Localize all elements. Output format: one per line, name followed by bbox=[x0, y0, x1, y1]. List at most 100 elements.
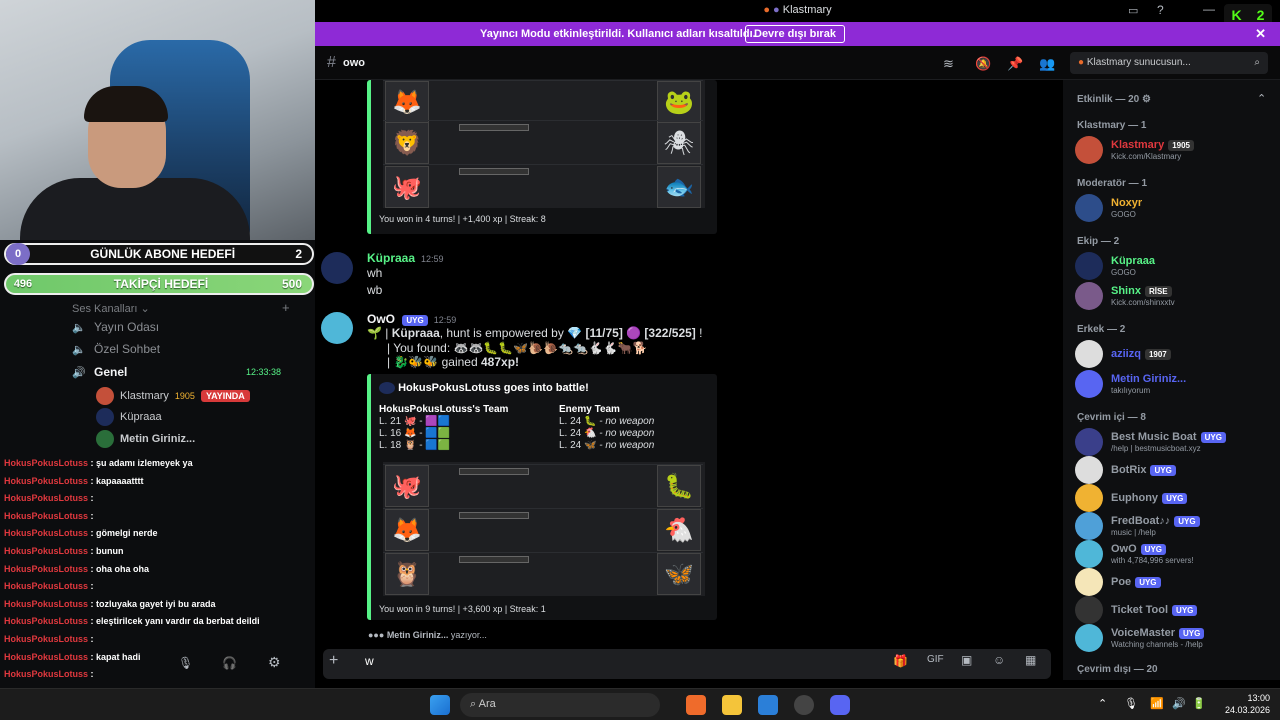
mail-icon[interactable] bbox=[758, 695, 778, 715]
stream-chat-line: HokusPokusLotuss : bbox=[4, 581, 94, 592]
member-item[interactable]: Euphony UYG bbox=[1075, 484, 1188, 512]
pet-frog-icon: 🐸 bbox=[657, 81, 701, 123]
apps-icon[interactable]: ▦ bbox=[1025, 653, 1036, 667]
goal-label: TAKİPÇİ HEDEFİ bbox=[113, 277, 209, 291]
member-item[interactable]: BotRix UYG bbox=[1075, 456, 1176, 484]
message-text: | 🐉🐝🐝 gained 487xp! bbox=[387, 355, 520, 369]
chat-username: HokusPokusLotuss bbox=[4, 493, 89, 504]
chat-username: HokusPokusLotuss bbox=[4, 546, 89, 556]
team-row: L. 21 🐙 - 🟪🟦 bbox=[379, 416, 451, 427]
stream-chat-line: HokusPokusLotuss : kapaaaatttt bbox=[4, 475, 144, 486]
goal-current: 496 bbox=[13, 278, 33, 290]
headphones-icon[interactable]: 🎧 bbox=[222, 656, 237, 670]
help-icon[interactable]: ? bbox=[1157, 3, 1164, 17]
battle-title: HokusPokusLotuss goes into battle! bbox=[379, 382, 589, 395]
voice-channels-header[interactable]: Ses Kanalları ⌄ bbox=[72, 302, 150, 315]
minimize-icon[interactable]: — bbox=[1203, 2, 1215, 16]
disable-streamer-mode-button[interactable]: Devre dışı bırak bbox=[745, 25, 845, 43]
battle-image: 🐙 🐛 🦊 🐔 🦉 🦋 bbox=[383, 462, 705, 596]
member-group-header: Klastmary — 1 bbox=[1077, 120, 1147, 131]
pet-lion-icon: 🦁 bbox=[385, 122, 429, 164]
activity-header[interactable]: Etkinlik — 20 ⚙ bbox=[1077, 94, 1151, 105]
app-badge: UYG bbox=[1174, 516, 1200, 527]
avatar[interactable] bbox=[321, 312, 353, 344]
battle-embed: 🦊 🐸 🦁 🕷 🐙 🐟 You won in 4 turns! | +1,400 xp… bbox=[367, 80, 717, 234]
brave-icon[interactable] bbox=[686, 695, 706, 715]
member-name: Ticket Tool bbox=[1111, 604, 1169, 616]
stream-chat-line: HokusPokusLotuss : gömelgi nerde bbox=[4, 528, 158, 539]
file-explorer-icon[interactable] bbox=[722, 695, 742, 715]
notifications-icon[interactable]: 🔕 bbox=[975, 56, 991, 72]
chat-text: eleştirilcek yanı vardır da berbat deild… bbox=[96, 616, 260, 627]
members-icon[interactable]: 👥 bbox=[1039, 56, 1055, 72]
member-item[interactable]: VoiceMaster UYG Watching channels - /help bbox=[1075, 624, 1205, 652]
member-name: FredBoat♪♪ bbox=[1111, 515, 1171, 527]
taskbar-clock[interactable]: 13:00 24.03.2026 bbox=[1225, 692, 1270, 716]
member-item[interactable]: OwO UYG with 4,784,996 servers! bbox=[1075, 540, 1194, 568]
member-status: GOGO bbox=[1111, 268, 1136, 277]
member-item[interactable]: aziizq 1907 bbox=[1075, 340, 1171, 368]
search-input[interactable]: ● Klastmary sunucusun... ⌕ bbox=[1070, 52, 1268, 74]
app-badge: UYG bbox=[1140, 544, 1167, 555]
message-author[interactable]: Küpraaa 12:59 bbox=[367, 251, 444, 265]
plus-icon[interactable]: + bbox=[329, 652, 338, 670]
message-author[interactable]: OwO UYG 12:59 bbox=[367, 312, 456, 326]
voice-user-metin[interactable]: Metin Giriniz... bbox=[96, 430, 195, 448]
emoji-icon[interactable]: ☺ bbox=[993, 653, 1005, 667]
collapse-chevron-icon[interactable]: ⌃ bbox=[1257, 92, 1266, 105]
chrome-icon[interactable] bbox=[794, 695, 814, 715]
voice-user-klastmary[interactable]: Klastmary 1905 YAYINDA bbox=[96, 387, 250, 405]
battery-icon[interactable]: 🔋 bbox=[1192, 697, 1206, 710]
member-name: Shinx bbox=[1111, 285, 1141, 297]
microphone-tray-icon[interactable]: 🎙 bbox=[1124, 697, 1138, 710]
chat-username: HokusPokusLotuss bbox=[4, 598, 89, 609]
member-item[interactable]: Best Music Boat UYG/help | bestmusicboat.… bbox=[1075, 428, 1226, 456]
volume-icon[interactable]: 🔊 bbox=[1172, 697, 1186, 710]
stream-chat-line: HokusPokusLotuss : eleştirilcek yanı var… bbox=[4, 616, 260, 627]
message-text: wb bbox=[367, 283, 383, 297]
member-item[interactable]: FredBoat♪♪ UYG music | /help bbox=[1075, 512, 1200, 540]
stream-chat-line: HokusPokusLotuss : oha oha oha bbox=[4, 563, 150, 574]
member-item[interactable]: Klastmary 1905 Kick.com/Klastmary bbox=[1075, 136, 1194, 164]
stream-chat-line: HokusPokusLotuss : bunun bbox=[4, 546, 124, 556]
close-icon[interactable]: ✕ bbox=[1255, 26, 1266, 42]
author-icon bbox=[379, 382, 395, 395]
discord-icon[interactable] bbox=[830, 695, 850, 715]
app-badge: UYG bbox=[1172, 605, 1198, 616]
message-text: wh bbox=[367, 266, 383, 280]
channel-ozel-sohbet[interactable]: 🔈 Özel Sohbet bbox=[72, 342, 160, 356]
voice-user-kupraaa[interactable]: Küpraaa bbox=[96, 408, 162, 426]
pet-chicken-icon: 🐔 bbox=[657, 509, 701, 551]
member-item[interactable]: Küpraaa GOGO bbox=[1075, 252, 1155, 280]
taskbar-search[interactable]: ⌕ Ara bbox=[460, 693, 660, 717]
enemy-row: L. 24 🐔 - no weapon bbox=[559, 428, 655, 439]
member-item[interactable]: Metin Giriniz... takılıyorum bbox=[1075, 370, 1186, 398]
member-group-header: Erkek — 2 bbox=[1077, 324, 1126, 335]
threads-icon[interactable]: ≋ bbox=[943, 56, 954, 72]
guild-tag-badge: 1905 bbox=[1168, 140, 1194, 151]
member-item[interactable]: Noxyr GOGO bbox=[1075, 194, 1142, 222]
wifi-icon[interactable]: 📶 bbox=[1150, 697, 1164, 710]
inbox-icon[interactable]: ▭ bbox=[1128, 4, 1138, 17]
windows-start-icon[interactable] bbox=[430, 695, 450, 715]
gif-icon[interactable]: GIF bbox=[927, 654, 944, 665]
member-item[interactable]: Ticket Tool UYG bbox=[1075, 596, 1198, 624]
sticker-icon[interactable]: ▣ bbox=[961, 653, 972, 667]
avatar bbox=[1075, 484, 1103, 512]
member-item[interactable]: Poe UYG bbox=[1075, 568, 1161, 596]
tray-chevron-icon[interactable]: ⌃ bbox=[1098, 697, 1107, 710]
avatar[interactable] bbox=[321, 252, 353, 284]
avatar bbox=[1075, 428, 1103, 456]
member-item[interactable]: Shinx RİSE Kick.com/shinxxtv bbox=[1075, 282, 1175, 310]
settings-gear-icon[interactable]: ⚙ bbox=[268, 654, 281, 671]
microphone-icon[interactable]: 🎙 bbox=[178, 656, 193, 670]
pin-icon[interactable]: 📌 bbox=[1007, 56, 1023, 72]
gift-icon[interactable]: 🎁 bbox=[893, 654, 908, 668]
avatar bbox=[1075, 340, 1103, 368]
app-badge: UYG bbox=[1162, 493, 1188, 504]
member-name: Euphony bbox=[1111, 492, 1159, 504]
add-channel-icon[interactable]: + bbox=[282, 300, 290, 315]
channel-genel[interactable]: 🔊 Genel bbox=[72, 365, 127, 379]
pet-owl-icon: 🦉 bbox=[385, 553, 429, 595]
channel-yayin-odasi[interactable]: 🔈 Yayın Odası bbox=[72, 320, 159, 334]
